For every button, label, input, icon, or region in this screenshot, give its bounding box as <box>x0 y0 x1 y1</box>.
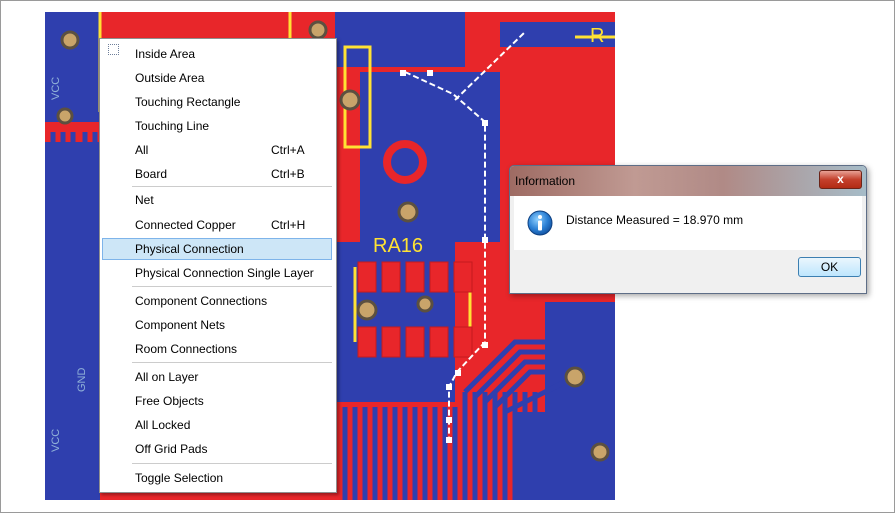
menu-item-inside-area[interactable]: Inside Area <box>102 43 332 65</box>
menu-item-physical-connection[interactable]: Physical Connection <box>102 238 332 260</box>
designator-ra16: RA16 <box>373 235 423 257</box>
menu-item-touching-line[interactable]: Touching Line <box>102 115 332 137</box>
shortcut-label: Ctrl+A <box>271 143 305 157</box>
menu-separator <box>132 362 332 363</box>
designator-r: R <box>590 25 604 47</box>
dialog-title-bar[interactable]: Information x <box>510 166 866 196</box>
menu-item-component-connections[interactable]: Component Connections <box>102 290 332 312</box>
menu-item-net[interactable]: Net <box>102 189 332 211</box>
menu-item-free-objects[interactable]: Free Objects <box>102 390 332 412</box>
designator-gnd: GND <box>76 368 88 393</box>
dialog-message: Distance Measured = 18.970 mm <box>566 213 744 227</box>
shortcut-label: Ctrl+H <box>271 218 306 232</box>
designator-vcc-top: VCC <box>50 77 62 100</box>
information-dialog: Information x Distance Measured = 18.970… <box>509 165 867 294</box>
menu-item-connected-copper[interactable]: Connected Copper Ctrl+H <box>102 214 332 236</box>
shortcut-label: Ctrl+B <box>271 167 305 181</box>
menu-item-outside-area[interactable]: Outside Area <box>102 67 332 89</box>
menu-item-physical-connection-single-layer[interactable]: Physical Connection Single Layer <box>102 262 332 284</box>
menu-item-board[interactable]: Board Ctrl+B <box>102 163 332 185</box>
menu-separator <box>132 186 332 187</box>
dialog-title: Information <box>515 174 576 188</box>
designator-vcc-bottom: VCC <box>50 429 62 452</box>
close-button[interactable]: x <box>819 170 862 189</box>
menu-item-all-on-layer[interactable]: All on Layer <box>102 366 332 388</box>
info-icon <box>527 210 553 236</box>
menu-item-component-nets[interactable]: Component Nets <box>102 314 332 336</box>
close-icon: x <box>837 172 844 186</box>
menu-item-off-grid-pads[interactable]: Off Grid Pads <box>102 438 332 460</box>
menu-separator <box>132 463 332 464</box>
selection-context-menu: Inside Area Outside Area Touching Rectan… <box>99 38 337 493</box>
ok-button[interactable]: OK <box>798 257 861 277</box>
menu-item-room-connections[interactable]: Room Connections <box>102 338 332 360</box>
menu-item-all-locked[interactable]: All Locked <box>102 414 332 436</box>
menu-item-all[interactable]: All Ctrl+A <box>102 139 332 161</box>
menu-item-toggle-selection[interactable]: Toggle Selection <box>102 467 332 489</box>
menu-item-touching-rectangle[interactable]: Touching Rectangle <box>102 91 332 113</box>
menu-separator <box>132 286 332 287</box>
dialog-body: Distance Measured = 18.970 mm <box>514 196 862 250</box>
